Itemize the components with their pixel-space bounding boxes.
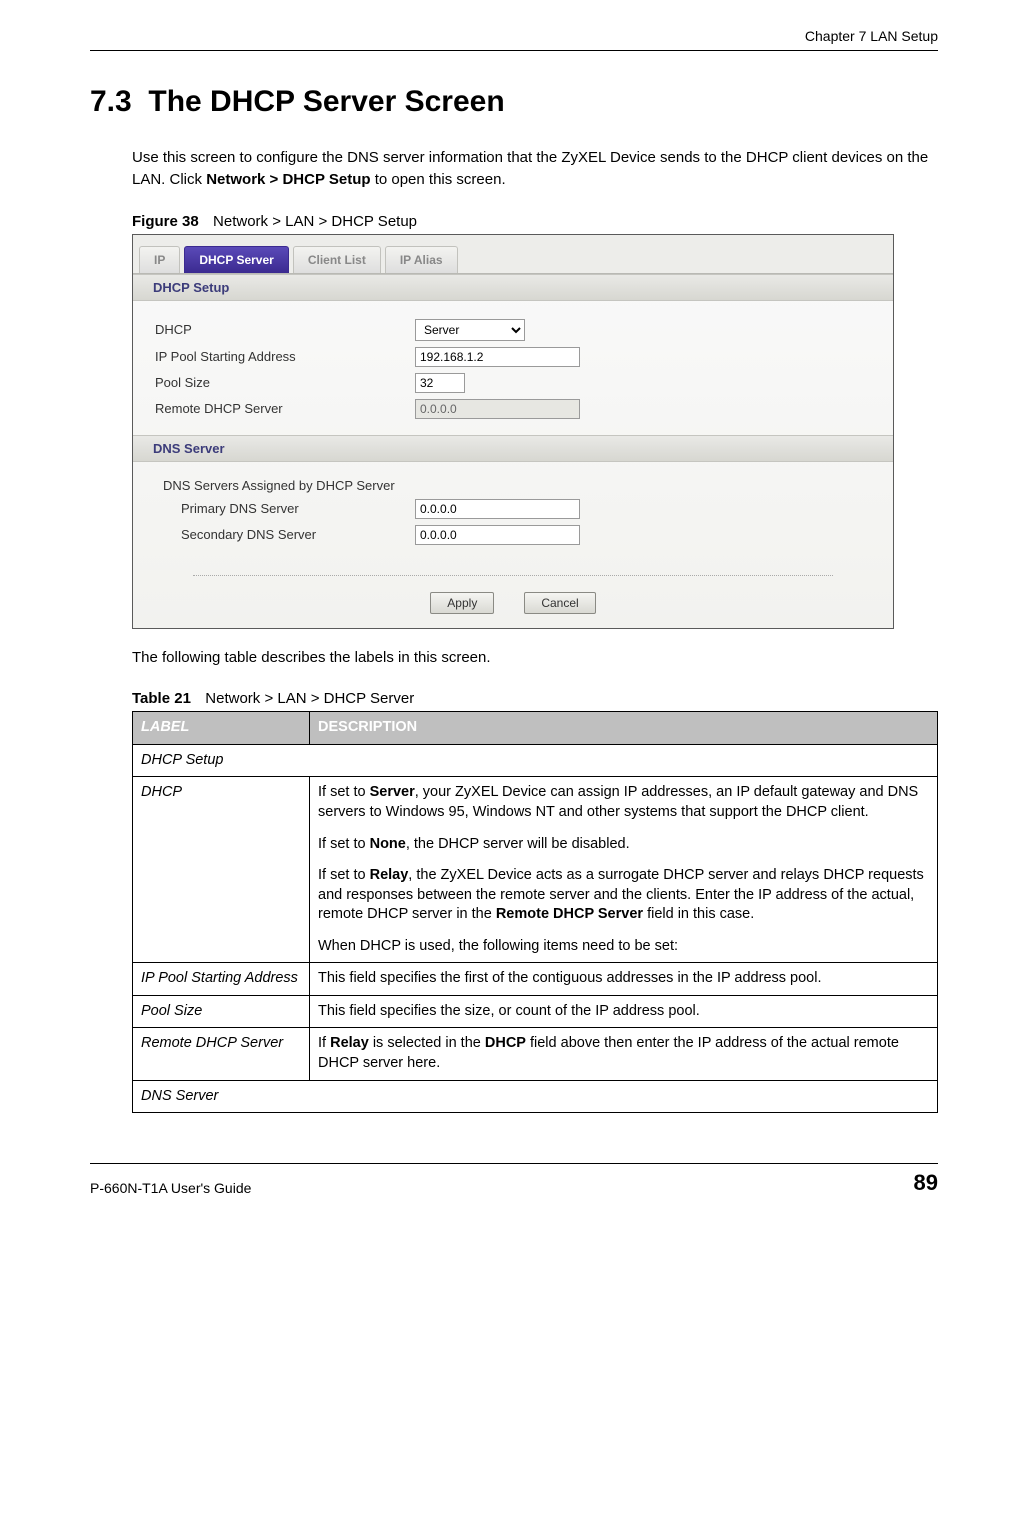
- figure-caption: Figure 38 Network > LAN > DHCP Setup: [132, 213, 938, 230]
- cell-desc-ip-pool: This field specifies the first of the co…: [310, 963, 938, 996]
- table-row-ip-pool: IP Pool Starting Address This field spec…: [133, 963, 938, 996]
- label-pool-size: Pool Size: [155, 375, 415, 390]
- label-primary-dns: Primary DNS Server: [181, 501, 415, 516]
- input-ip-pool-start[interactable]: [415, 347, 580, 367]
- th-label: LABEL: [133, 712, 310, 745]
- input-secondary-dns[interactable]: [415, 525, 580, 545]
- tab-client-list[interactable]: Client List: [293, 246, 381, 273]
- tab-dhcp-server[interactable]: DHCP Server: [184, 246, 288, 273]
- label-ip-pool: IP Pool Starting Address: [155, 349, 415, 364]
- intro-paragraph: Use this screen to configure the DNS ser…: [132, 147, 938, 191]
- separator: [193, 575, 833, 576]
- select-dhcp-mode[interactable]: Server: [415, 319, 525, 341]
- cell-label-pool-size: Pool Size: [133, 995, 310, 1028]
- row-ip-pool: IP Pool Starting Address: [155, 347, 871, 367]
- figure-label: Figure 38: [132, 213, 199, 230]
- table-header-row: LABEL DESCRIPTION: [133, 712, 938, 745]
- dhcp-server-screenshot: IP DHCP Server Client List IP Alias DHCP…: [132, 234, 894, 629]
- table-row-remote-dhcp: Remote DHCP Server If Relay is selected …: [133, 1028, 938, 1080]
- figure-caption-text: Network > LAN > DHCP Setup: [213, 213, 417, 230]
- row-dhcp: DHCP Server: [155, 319, 871, 341]
- footer-page-number: 89: [914, 1170, 938, 1196]
- label-secondary-dns: Secondary DNS Server: [181, 527, 415, 542]
- panel-title-dns-server: DNS Server: [133, 435, 893, 462]
- apply-button[interactable]: Apply: [430, 592, 494, 614]
- cell-label-ip-pool: IP Pool Starting Address: [133, 963, 310, 996]
- table-label: Table 21: [132, 690, 191, 707]
- intro-nav-path: Network > DHCP Setup: [206, 171, 370, 188]
- tab-ip-alias[interactable]: IP Alias: [385, 246, 458, 273]
- section-title: 7.3 The DHCP Server Screen: [90, 85, 938, 119]
- table-row-pool-size: Pool Size This field specifies the size,…: [133, 995, 938, 1028]
- row-primary-dns: Primary DNS Server: [155, 499, 871, 519]
- cell-desc-dhcp: If set to Server, your ZyXEL Device can …: [310, 777, 938, 963]
- label-dhcp: DHCP: [155, 322, 415, 337]
- label-remote-dhcp: Remote DHCP Server: [155, 401, 415, 416]
- tab-bar: IP DHCP Server Client List IP Alias: [133, 235, 893, 274]
- dns-assigned-heading: DNS Servers Assigned by DHCP Server: [163, 478, 871, 493]
- cell-label-remote-dhcp: Remote DHCP Server: [133, 1028, 310, 1080]
- th-description: DESCRIPTION: [310, 712, 938, 745]
- description-table: LABEL DESCRIPTION DHCP Setup DHCP If set…: [132, 711, 938, 1113]
- mid-paragraph: The following table describes the labels…: [132, 647, 938, 669]
- tab-ip[interactable]: IP: [139, 246, 180, 273]
- intro-text-2: to open this screen.: [371, 171, 506, 188]
- row-pool-size: Pool Size: [155, 373, 871, 393]
- table-section-dhcp-setup: DHCP Setup: [133, 744, 938, 777]
- chapter-header: Chapter 7 LAN Setup: [90, 28, 938, 51]
- cell-label-dhcp: DHCP: [133, 777, 310, 963]
- button-row: Apply Cancel: [133, 586, 893, 628]
- table-caption-text: Network > LAN > DHCP Server: [205, 690, 414, 707]
- row-secondary-dns: Secondary DNS Server: [155, 525, 871, 545]
- input-remote-dhcp[interactable]: [415, 399, 580, 419]
- table-section-dns-server: DNS Server: [133, 1080, 938, 1113]
- page-footer: P-660N-T1A User's Guide 89: [90, 1163, 938, 1196]
- footer-guide-name: P-660N-T1A User's Guide: [90, 1180, 251, 1196]
- table-caption: Table 21 Network > LAN > DHCP Server: [132, 690, 938, 707]
- section-dhcp-setup: DHCP Setup: [133, 744, 938, 777]
- section-number: 7.3: [90, 85, 132, 118]
- table-row-dhcp: DHCP If set to Server, your ZyXEL Device…: [133, 777, 938, 963]
- dhcp-setup-panel: DHCP Server IP Pool Starting Address Poo…: [133, 301, 893, 435]
- cancel-button[interactable]: Cancel: [524, 592, 595, 614]
- cell-desc-remote-dhcp: If Relay is selected in the DHCP field a…: [310, 1028, 938, 1080]
- cell-desc-pool-size: This field specifies the size, or count …: [310, 995, 938, 1028]
- panel-title-dhcp-setup: DHCP Setup: [133, 274, 893, 301]
- input-pool-size[interactable]: [415, 373, 465, 393]
- input-primary-dns[interactable]: [415, 499, 580, 519]
- section-name: The DHCP Server Screen: [148, 85, 504, 118]
- section-dns-server: DNS Server: [133, 1080, 938, 1113]
- dns-server-panel: DNS Servers Assigned by DHCP Server Prim…: [133, 462, 893, 561]
- row-remote-dhcp: Remote DHCP Server: [155, 399, 871, 419]
